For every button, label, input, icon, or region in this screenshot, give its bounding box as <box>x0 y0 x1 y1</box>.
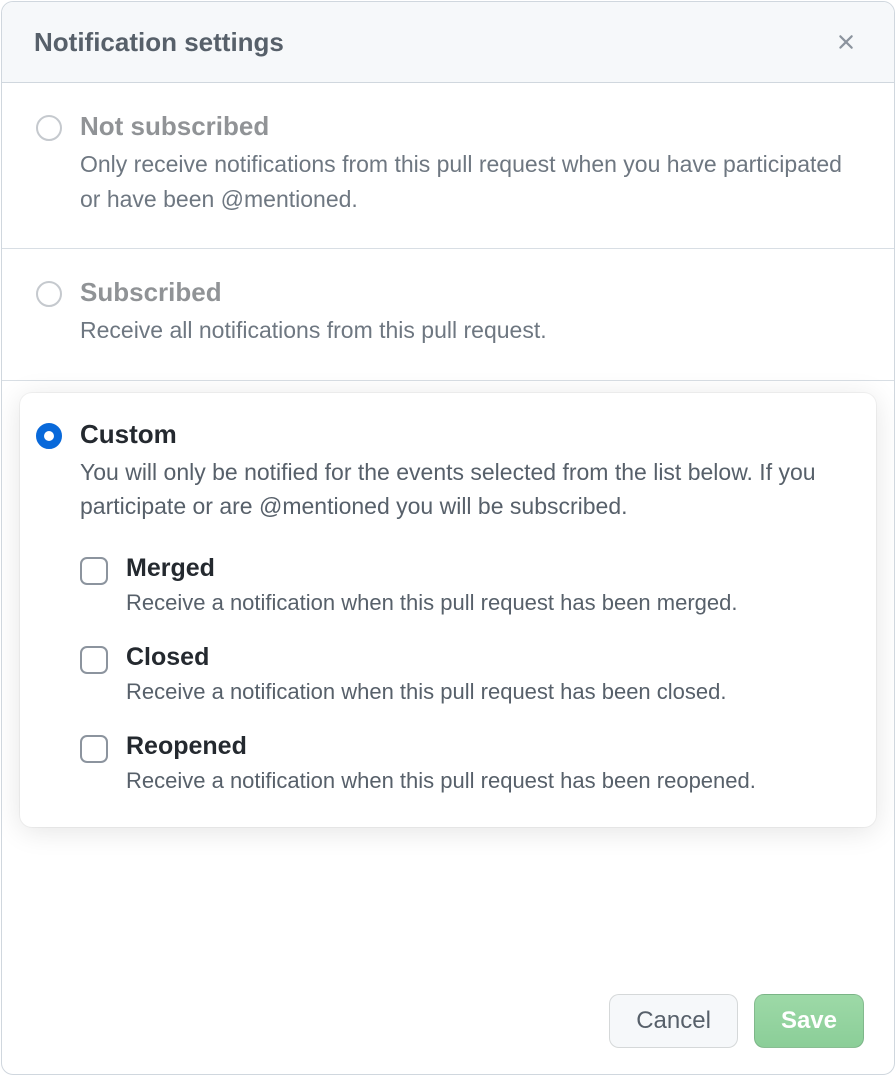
sub-option-merged[interactable]: Merged Receive a notification when this … <box>80 554 860 619</box>
sub-option-desc: Receive a notification when this pull re… <box>126 586 860 619</box>
notification-settings-modal: Notification settings Not subscribed Onl… <box>1 1 895 1075</box>
option-desc: Receive all notifications from this pull… <box>80 313 860 348</box>
sub-option-title: Merged <box>126 554 860 583</box>
checkbox-merged[interactable] <box>80 557 108 585</box>
modal-footer: Cancel Save <box>2 974 894 1074</box>
checkbox-closed[interactable] <box>80 646 108 674</box>
modal-body: Not subscribed Only receive notification… <box>2 83 894 974</box>
option-not-subscribed[interactable]: Not subscribed Only receive notification… <box>2 83 894 249</box>
option-custom[interactable]: Custom You will only be notified for the… <box>20 393 876 827</box>
close-button[interactable] <box>830 26 862 58</box>
option-title: Subscribed <box>80 277 860 308</box>
modal-header: Notification settings <box>2 2 894 83</box>
option-desc: You will only be notified for the events… <box>80 455 860 524</box>
modal-title: Notification settings <box>34 27 284 58</box>
sub-option-desc: Receive a notification when this pull re… <box>126 675 860 708</box>
radio-custom[interactable] <box>36 423 62 449</box>
option-title: Not subscribed <box>80 111 860 142</box>
save-button[interactable]: Save <box>754 994 864 1048</box>
checkbox-reopened[interactable] <box>80 735 108 763</box>
option-desc: Only receive notifications from this pul… <box>80 147 860 216</box>
radio-not-subscribed[interactable] <box>36 115 62 141</box>
sub-option-closed[interactable]: Closed Receive a notification when this … <box>80 643 860 708</box>
option-title: Custom <box>80 419 860 450</box>
sub-option-title: Reopened <box>126 732 860 761</box>
cancel-button[interactable]: Cancel <box>609 994 738 1048</box>
sub-option-desc: Receive a notification when this pull re… <box>126 764 860 797</box>
close-icon <box>834 30 858 54</box>
sub-option-title: Closed <box>126 643 860 672</box>
custom-sub-options: Merged Receive a notification when this … <box>80 554 860 797</box>
radio-subscribed[interactable] <box>36 281 62 307</box>
sub-option-reopened[interactable]: Reopened Receive a notification when thi… <box>80 732 860 797</box>
option-subscribed[interactable]: Subscribed Receive all notifications fro… <box>2 249 894 381</box>
